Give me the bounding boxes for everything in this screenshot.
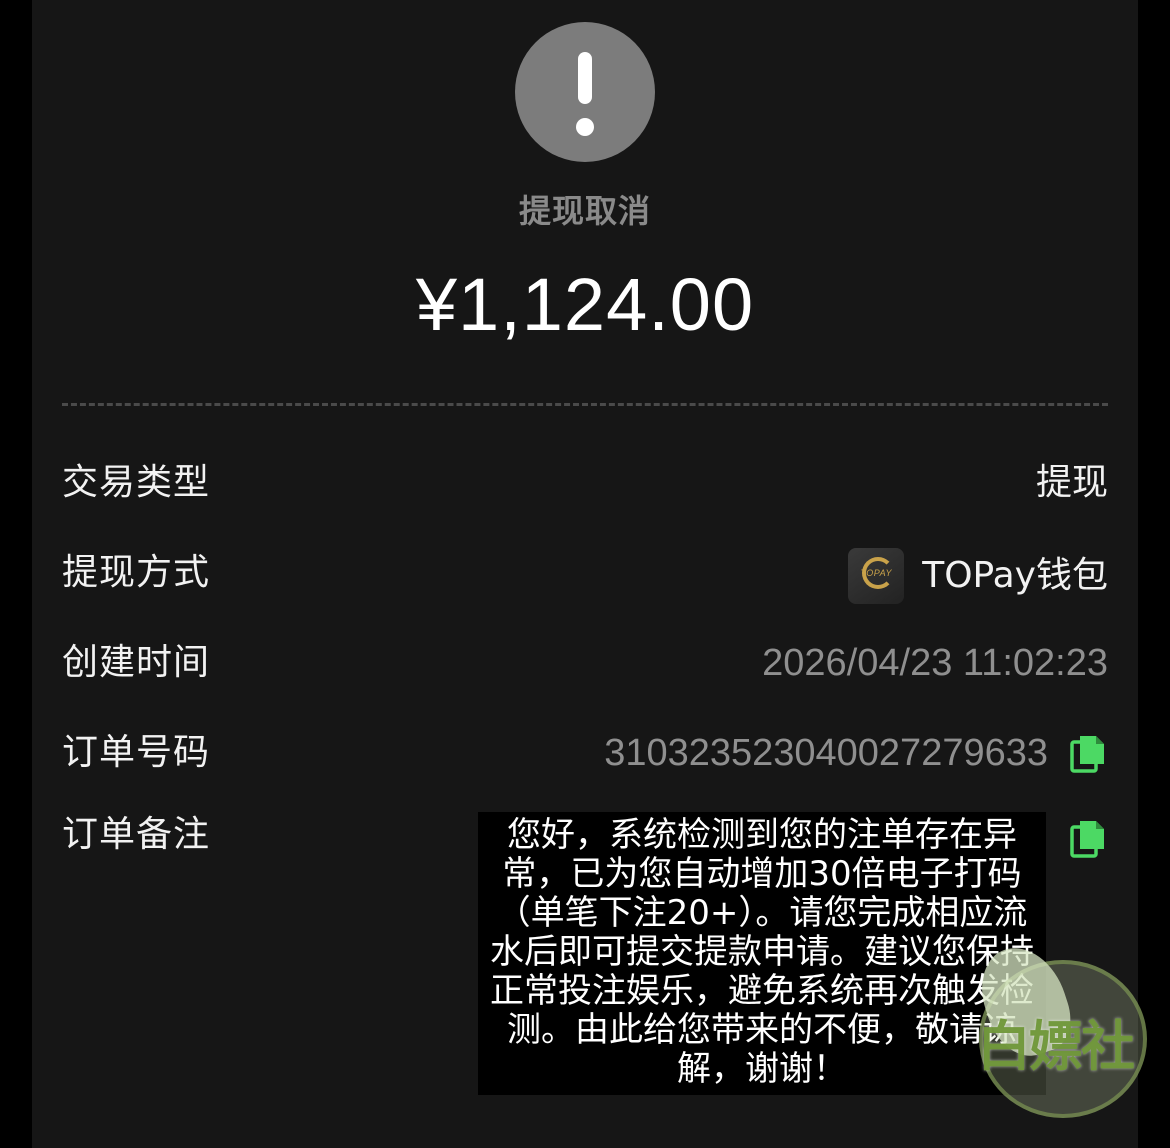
withdraw-method-name: TOPay钱包 <box>922 555 1108 596</box>
order-number-value: 310323523040027279633 <box>604 728 1108 778</box>
withdraw-method-label: 提现方式 <box>62 552 211 593</box>
topay-logo-icon: TOPAY <box>848 548 905 604</box>
status-label: 提现取消 <box>518 192 651 230</box>
order-number-label: 订单号码 <box>62 732 211 773</box>
withdraw-method-value: TOPAY TOPay钱包 <box>848 548 1108 604</box>
order-remark-row: 订单备注 您好，系统检测到您的注单存在异常，已为您自动增加30倍电子打码（单笔下… <box>62 810 1108 1130</box>
topay-logo-text: TOPAY <box>860 568 892 578</box>
copy-icon[interactable] <box>1070 818 1108 858</box>
order-number-row: 订单号码 310323523040027279633 <box>62 728 1108 778</box>
withdrawal-detail-card: 提现取消 ¥1,124.00 交易类型 提现 提现方式 TOPAY TOPay钱… <box>32 0 1138 1148</box>
created-time-row: 创建时间 2026/04/23 11:02:23 <box>62 638 1108 688</box>
copy-icon[interactable] <box>1070 733 1108 773</box>
transaction-type-row: 交易类型 提现 <box>62 458 1108 508</box>
order-remark-label: 订单备注 <box>62 814 211 855</box>
order-remark-text: 您好，系统检测到您的注单存在异常，已为您自动增加30倍电子打码（单笔下注20+）… <box>478 812 1046 1095</box>
transaction-type-label: 交易类型 <box>62 462 211 503</box>
order-number-text: 310323523040027279633 <box>604 732 1048 774</box>
withdraw-method-row: 提现方式 TOPAY TOPay钱包 <box>62 548 1108 604</box>
dashed-divider <box>62 403 1108 406</box>
created-time-label: 创建时间 <box>62 642 211 683</box>
transaction-type-value: 提现 <box>1035 462 1108 503</box>
created-time-value: 2026/04/23 11:02:23 <box>762 642 1108 684</box>
amount: ¥1,124.00 <box>415 263 755 346</box>
exclamation-icon <box>515 22 655 162</box>
